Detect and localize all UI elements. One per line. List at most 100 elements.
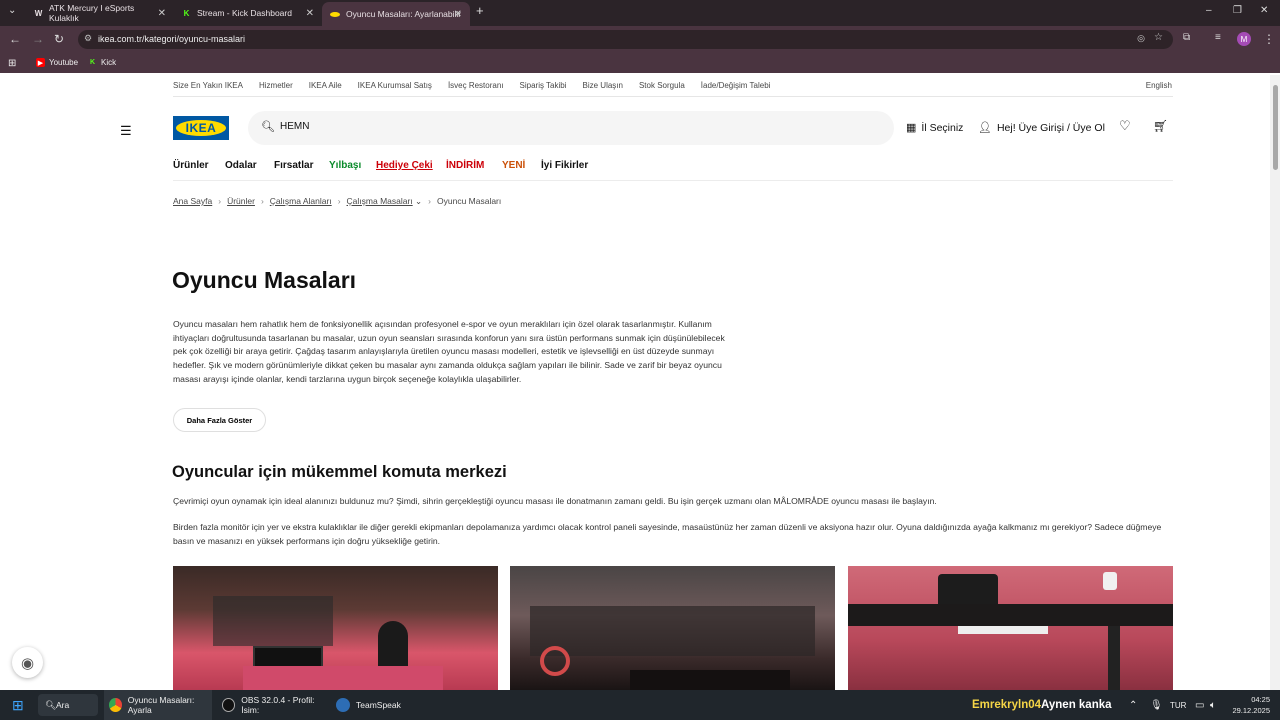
taskbar-app-obs[interactable]: OBS 32.0.4 - Profil: İsim: <box>219 690 329 720</box>
search-box[interactable]: 🔍︎ <box>248 111 894 145</box>
url-bar[interactable]: ⚙ ikea.com.tr/kategori/oyuncu-masalari ◎… <box>78 30 1173 49</box>
tab-oyuncu-masalari[interactable]: Oyuncu Masaları: Ayarlanabilir ✕ <box>322 2 470 26</box>
menu-item[interactable]: Yılbaşı <box>329 160 361 171</box>
cookie-icon: ◉ <box>20 654 35 672</box>
top-link[interactable]: Hizmetler <box>259 81 293 90</box>
breadcrumb-item[interactable]: Ürünler <box>227 196 255 206</box>
taskbar-search-label: Ara <box>56 700 70 710</box>
site-info-icon[interactable]: ⚙ <box>84 33 92 44</box>
volume-icon[interactable]: 🔈︎ <box>1210 690 1216 720</box>
top-link[interactable]: İade/Değişim Talebi <box>701 81 771 90</box>
taskbar-search[interactable]: 🔍︎ Ara <box>38 694 98 716</box>
search-icon[interactable]: 🔍︎ <box>261 120 275 133</box>
forward-icon[interactable]: → <box>32 32 44 46</box>
chrome-icon <box>109 698 122 712</box>
search-icon: 🔍︎ <box>45 699 57 710</box>
bookmarks-bar: ⊞ ▶ Youtube K Kick <box>0 53 1280 73</box>
chevron-right-icon: › <box>218 196 222 206</box>
microphone-icon[interactable]: 🎙︎ <box>1150 690 1163 720</box>
wikipedia-favicon-icon: W <box>34 8 43 18</box>
breadcrumb-item[interactable]: Çalışma Alanları <box>270 196 332 206</box>
windows-taskbar: ⊞ 🔍︎ Ara Oyuncu Masaları: Ayarla OBS 32.… <box>0 690 1280 720</box>
ikea-logo[interactable]: IKEA <box>173 116 229 140</box>
address-toolbar: ← → ↻ ⚙ ikea.com.tr/kategori/oyuncu-masa… <box>0 26 1280 53</box>
breadcrumb-item[interactable]: Ana Sayfa <box>173 196 212 206</box>
chevron-down-icon[interactable]: ⌄ <box>413 196 422 206</box>
top-links: Size En Yakın IKEA Hizmetler IKEA Aile IKEA… <box>173 81 786 90</box>
extensions-icon[interactable]: ⧉ <box>1183 32 1190 43</box>
chevron-right-icon: › <box>260 196 264 206</box>
gaming-setup-image-1[interactable] <box>173 566 498 690</box>
close-icon[interactable]: ✕ <box>454 9 462 20</box>
store-select-button[interactable]: ▦ İl Seçiniz <box>906 121 963 135</box>
windows-start-icon[interactable]: ⊞ <box>12 690 24 720</box>
profile-avatar[interactable]: M <box>1237 32 1251 46</box>
menu-item[interactable]: Ürünler <box>173 160 209 171</box>
maximize-icon[interactable]: ❐ <box>1233 5 1242 16</box>
network-icon[interactable]: ▭ <box>1195 690 1204 720</box>
youtube-icon: ▶ <box>36 58 45 67</box>
bookmark-youtube[interactable]: ▶ Youtube <box>36 58 78 67</box>
menu-item[interactable]: Fırsatlar <box>274 160 313 171</box>
breadcrumb-item[interactable]: Çalışma Masaları <box>347 196 413 206</box>
clock-time: 04:25 <box>1251 695 1270 704</box>
media-icon[interactable]: ≡ <box>1215 32 1221 43</box>
menu-item[interactable]: Hediye Çeki <box>376 160 433 171</box>
section-paragraph-1: Çevrimiçi oyun oynamak için ideal alanın… <box>173 496 937 506</box>
search-input[interactable] <box>280 121 780 132</box>
gaming-setup-image-2[interactable] <box>510 566 835 690</box>
top-link[interactable]: İsveç Restoranı <box>448 81 504 90</box>
taskbar-app-teamspeak[interactable]: TeamSpeak <box>333 690 413 720</box>
section-paragraph-2: Birden fazla monitör için yer ve ekstra … <box>173 522 1162 546</box>
show-more-button[interactable]: Daha Fazla Göster <box>173 408 266 432</box>
system-clock[interactable]: 04:25 29.12.2025 <box>1232 694 1270 716</box>
shopping-cart-icon[interactable]: 🛒︎ <box>1153 119 1168 133</box>
top-link[interactable]: Sipariş Takibi <box>520 81 567 90</box>
minimize-icon[interactable]: – <box>1206 5 1212 16</box>
top-link[interactable]: IKEA Kurumsal Satış <box>358 81 432 90</box>
star-icon[interactable]: ☆ <box>1154 32 1163 43</box>
new-tab-icon[interactable]: + <box>476 3 484 18</box>
top-link[interactable]: IKEA Aile <box>309 81 342 90</box>
login-button[interactable]: 👤︎ Hej! Üye Girişi / Üye Ol <box>978 121 1105 135</box>
kick-favicon-icon: K <box>183 8 190 18</box>
stream-chat-user: Emrekryln04 <box>972 699 1042 711</box>
login-label: Hej! Üye Girişi / Üye Ol <box>996 121 1105 134</box>
menu-item[interactable]: Odalar <box>225 160 257 171</box>
top-link[interactable]: Stok Sorgula <box>639 81 685 90</box>
section-title: Oyuncular için mükemmel komuta merkezi <box>172 463 507 481</box>
chevron-up-icon[interactable]: ⌃ <box>1129 690 1137 720</box>
tab-search-icon[interactable]: ⌄ <box>8 5 16 16</box>
taskbar-app-chrome[interactable]: Oyuncu Masaları: Ayarla <box>104 690 212 720</box>
url-text: ikea.com.tr/kategori/oyuncu-masalari <box>98 34 246 44</box>
more-menu-icon[interactable]: ⋮ <box>1263 32 1275 46</box>
input-language[interactable]: TUR <box>1170 690 1186 720</box>
bookmark-kick[interactable]: K Kick <box>88 58 116 67</box>
cookie-settings-button[interactable]: ◉ <box>12 647 43 678</box>
gaming-setup-image-3[interactable] <box>848 566 1173 690</box>
scrollbar-thumb[interactable] <box>1273 85 1278 170</box>
web-page: Size En Yakın IKEA Hizmetler IKEA Aile IKEA… <box>0 75 1270 690</box>
tab-atk-mercury[interactable]: W ATK Mercury I eSports Kulaklık ✕ <box>26 2 174 24</box>
language-link[interactable]: English <box>1146 81 1172 90</box>
reload-icon[interactable]: ↻ <box>54 32 64 46</box>
browser-tab-bar: ⌄ W ATK Mercury I eSports Kulaklık ✕ K S… <box>0 0 1280 26</box>
close-icon[interactable]: ✕ <box>306 8 314 19</box>
favorites-heart-icon[interactable]: ♡ <box>1119 118 1131 134</box>
top-link[interactable]: Size En Yakın IKEA <box>173 81 243 90</box>
breadcrumb-item: Oyuncu Masaları <box>437 196 502 206</box>
teamspeak-icon <box>336 698 350 712</box>
user-icon: 👤︎ <box>978 122 992 134</box>
menu-item[interactable]: İyi Fikirler <box>541 160 588 171</box>
close-icon[interactable]: ✕ <box>158 8 166 19</box>
menu-item[interactable]: İNDİRİM <box>446 160 484 171</box>
back-icon[interactable]: ← <box>9 32 21 46</box>
window-close-icon[interactable]: ✕ <box>1260 5 1268 16</box>
obs-icon <box>222 698 236 712</box>
top-link[interactable]: Bize Ulaşın <box>583 81 623 90</box>
hamburger-menu-icon[interactable]: ☰ <box>120 123 132 139</box>
apps-grid-icon[interactable]: ⊞ <box>8 58 16 69</box>
menu-item[interactable]: YENİ <box>502 160 525 171</box>
eye-off-icon[interactable]: ◎ <box>1137 33 1145 44</box>
tab-kick-dashboard[interactable]: K Stream - Kick Dashboard ✕ <box>174 2 322 24</box>
